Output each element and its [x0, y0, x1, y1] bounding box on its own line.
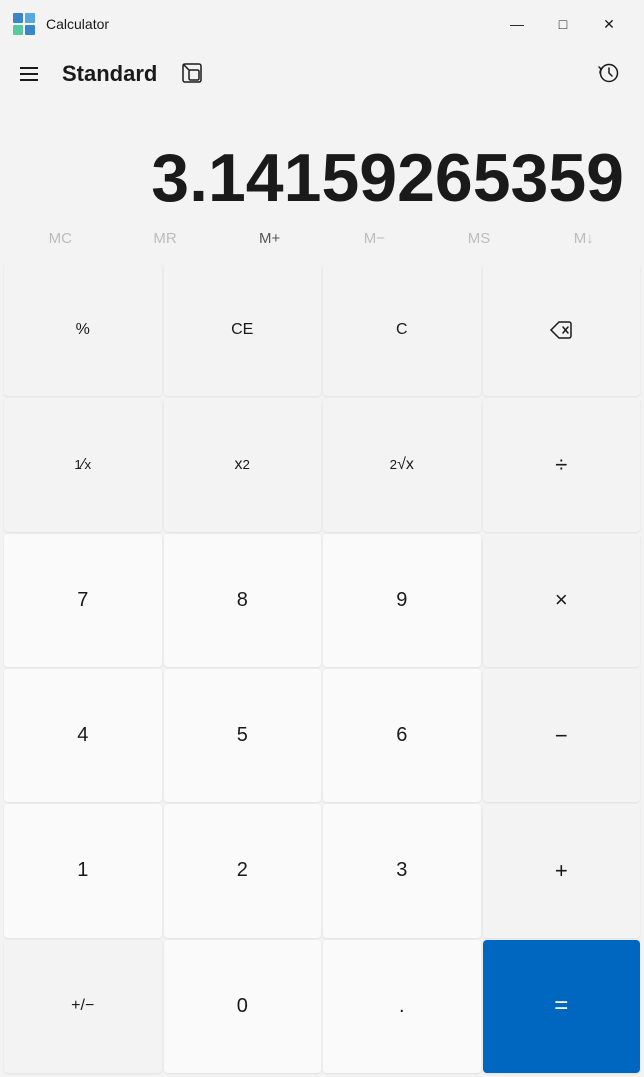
compact-overlay-button[interactable] [173, 54, 211, 95]
calc-btn--20[interactable]: +/− [4, 940, 162, 1073]
memory-btn-mc: MC [8, 224, 113, 253]
memory-btn-m[interactable]: M+ [217, 224, 322, 253]
title-bar-controls: — □ ✕ [494, 8, 632, 40]
calc-btn--15[interactable]: − [483, 669, 641, 802]
calc-btn-3-18[interactable]: 3 [323, 804, 481, 937]
menu-button[interactable] [12, 59, 46, 89]
backspace-icon [549, 318, 573, 342]
calc-grid: %CEC 1∕xx22√x÷ 789× 456− 123+ +/−0.= [0, 261, 644, 1077]
calc-btn-x-6[interactable]: 2√x [323, 398, 481, 531]
calc-btn--22[interactable]: . [323, 940, 481, 1073]
calc-btn-7-8[interactable]: 7 [4, 534, 162, 667]
calc-btn-1-16[interactable]: 1 [4, 804, 162, 937]
app-title: Standard [62, 61, 157, 87]
title-bar: Calculator — □ ✕ [0, 0, 644, 48]
display-area: 3.14159265359 [0, 100, 644, 220]
memory-btn-m: M− [322, 224, 427, 253]
app-header: Standard [0, 48, 644, 100]
app-name: Calculator [46, 16, 109, 32]
calc-btn-ce-1[interactable]: CE [164, 263, 322, 396]
memory-row: MCMRM+M−MSM↓ [0, 220, 644, 257]
display-value: 3.14159265359 [151, 144, 624, 212]
hamburger-line-3 [20, 79, 38, 81]
app-header-left: Standard [12, 54, 211, 95]
hamburger-line-1 [20, 67, 38, 69]
calc-btn--7[interactable]: ÷ [483, 398, 641, 531]
close-button[interactable]: ✕ [586, 8, 632, 40]
calc-btn-8-9[interactable]: 8 [164, 534, 322, 667]
calc-btn--0[interactable]: % [4, 263, 162, 396]
maximize-button[interactable]: □ [540, 8, 586, 40]
hamburger-line-2 [20, 73, 38, 75]
calc-btn-2-17[interactable]: 2 [164, 804, 322, 937]
app-icon [12, 12, 36, 36]
calc-btn-9-10[interactable]: 9 [323, 534, 481, 667]
memory-btn-m: M↓ [531, 224, 636, 253]
calc-btn-4-12[interactable]: 4 [4, 669, 162, 802]
calc-btn-x-5[interactable]: x2 [164, 398, 322, 531]
memory-btn-mr: MR [113, 224, 218, 253]
title-bar-left: Calculator [12, 12, 109, 36]
history-button[interactable] [590, 54, 628, 95]
calc-btn--19[interactable]: + [483, 804, 641, 937]
history-icon [598, 62, 620, 84]
compact-overlay-icon [181, 62, 203, 84]
calc-btn--23[interactable]: = [483, 940, 641, 1073]
minimize-button[interactable]: — [494, 8, 540, 40]
calc-btn--3[interactable] [483, 263, 641, 396]
calc-btn-c-2[interactable]: C [323, 263, 481, 396]
calc-btn-0-21[interactable]: 0 [164, 940, 322, 1073]
calc-btn-6-14[interactable]: 6 [323, 669, 481, 802]
calc-btn-5-13[interactable]: 5 [164, 669, 322, 802]
calc-btn--11[interactable]: × [483, 534, 641, 667]
calc-btn--4[interactable]: 1∕x [4, 398, 162, 531]
memory-btn-ms: MS [427, 224, 532, 253]
